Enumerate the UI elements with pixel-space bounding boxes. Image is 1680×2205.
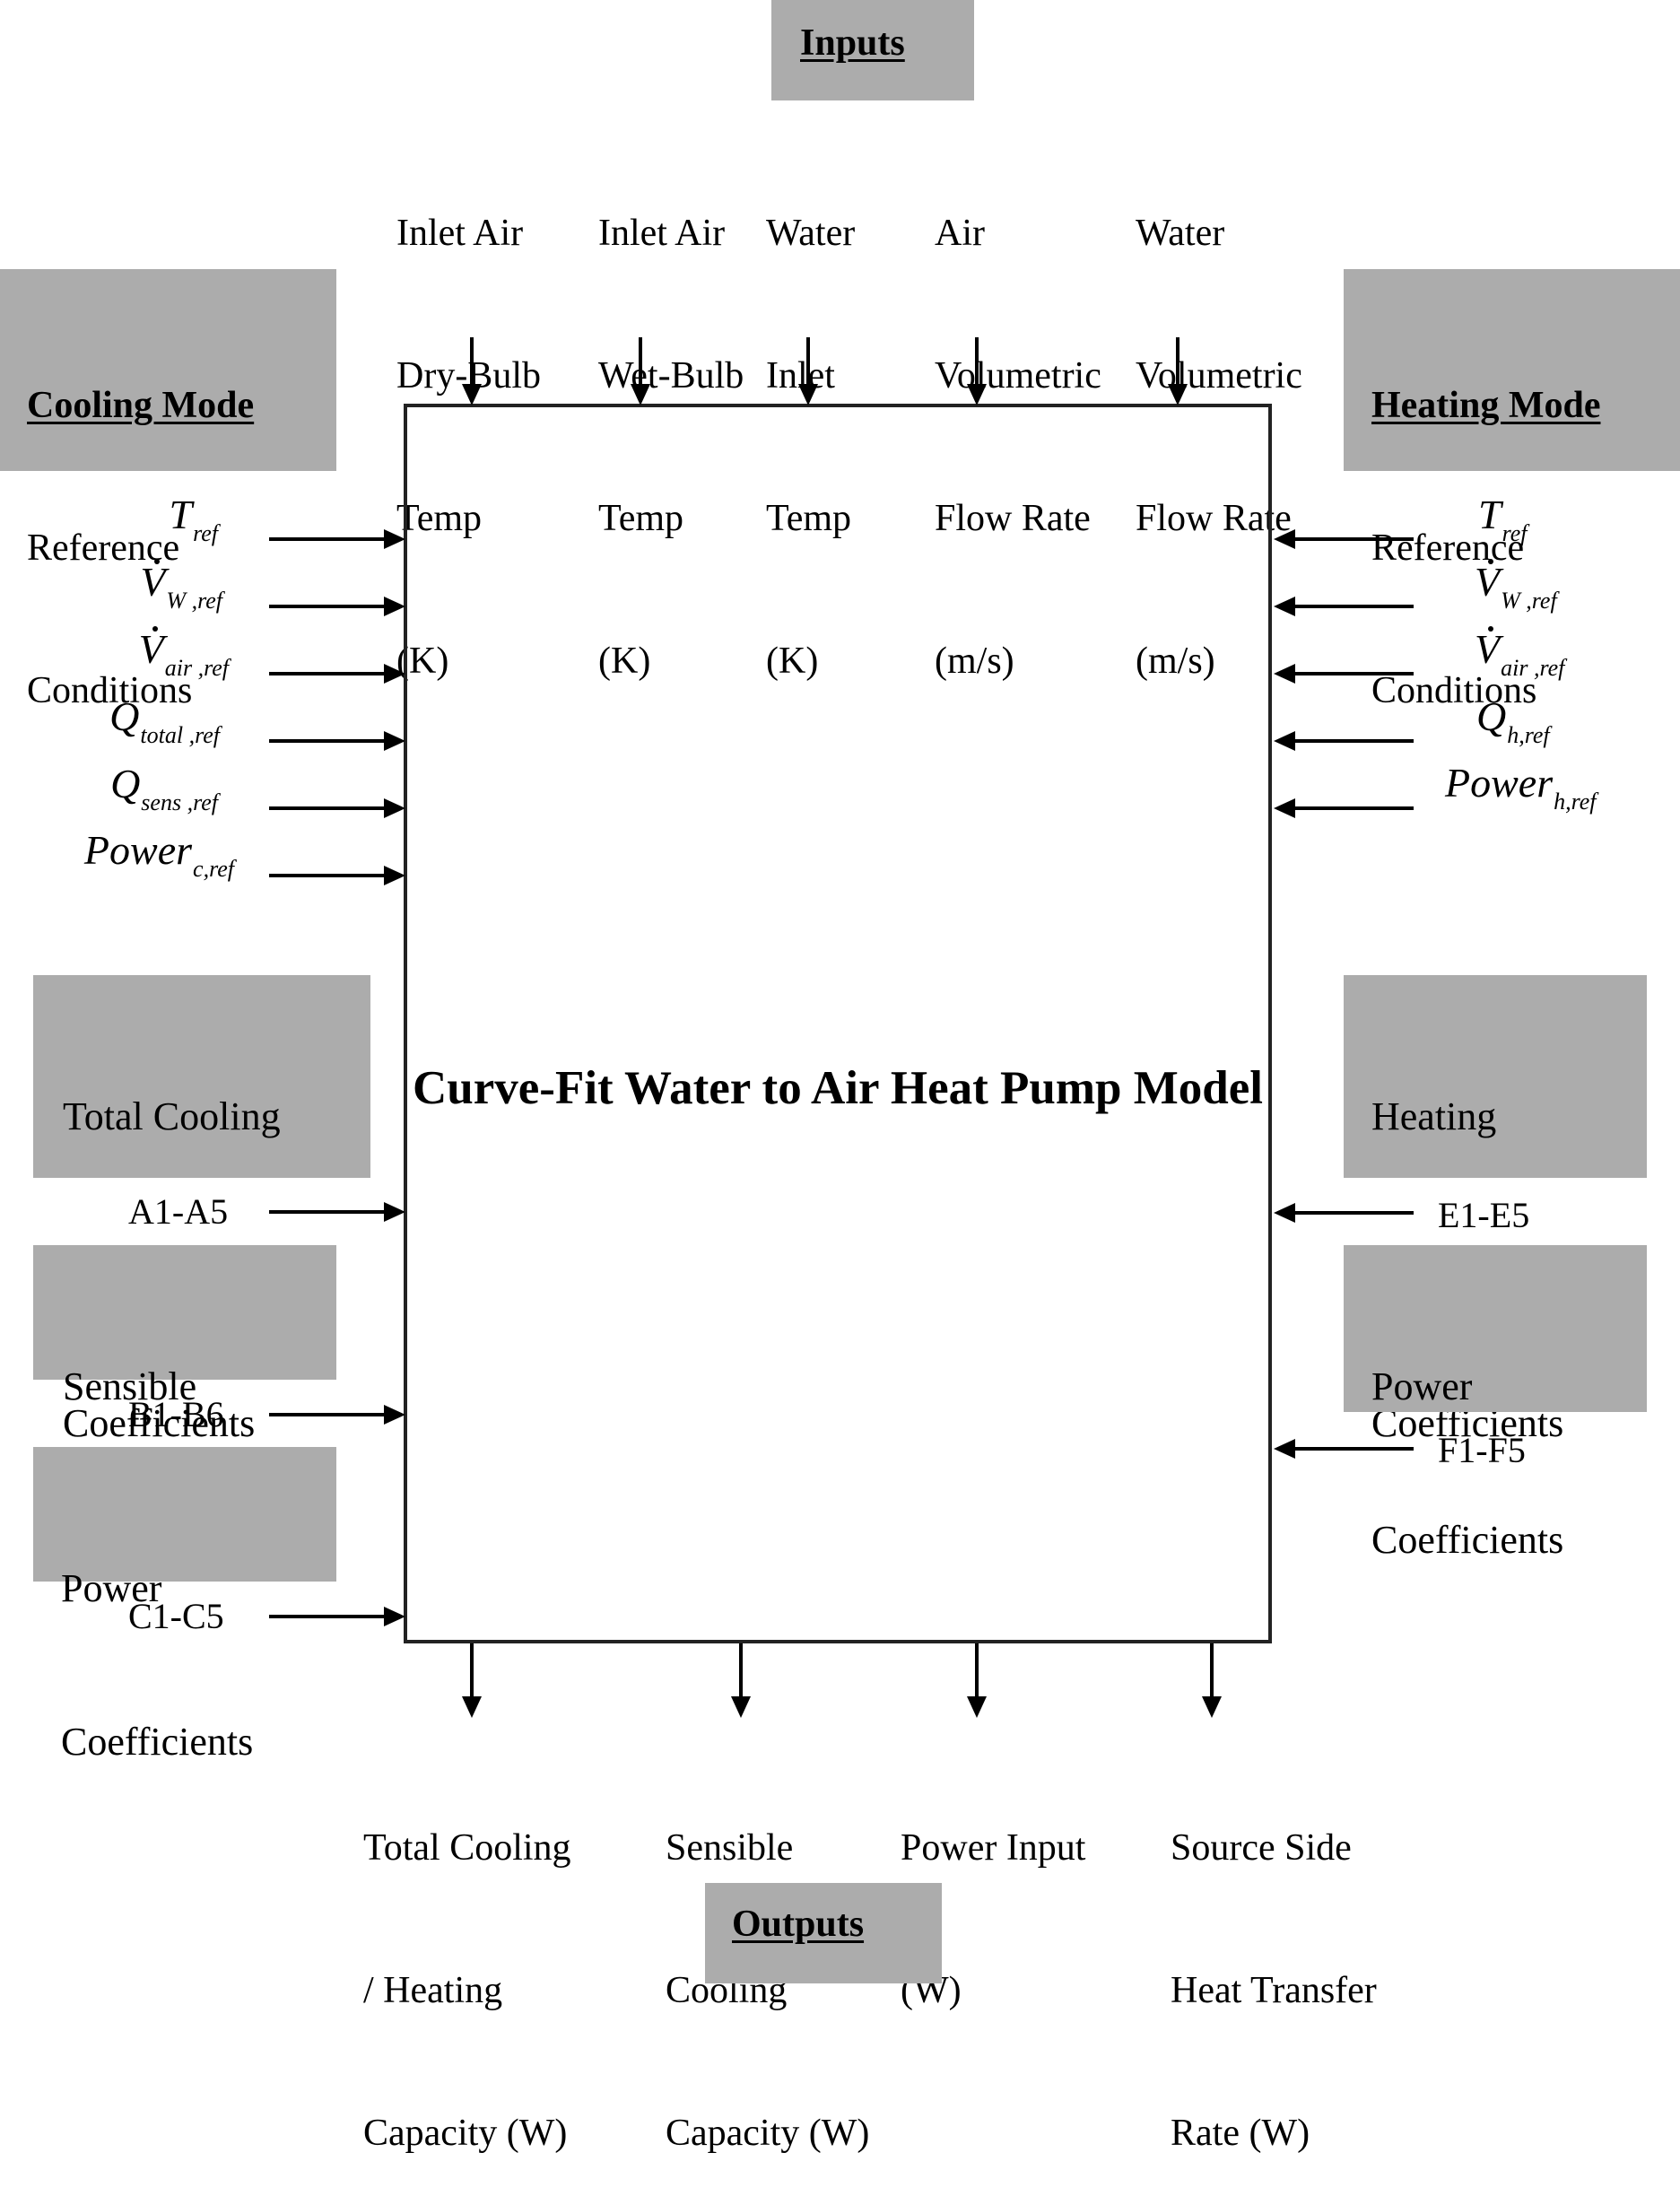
output-line: Rate (W): [1171, 2113, 1310, 2154]
cooling-coef-arrow-3: [269, 1607, 405, 1626]
heating-ref-arrow-4: [1274, 731, 1414, 751]
connector-arrows: [269, 337, 1414, 1718]
heating-ref-arrow-1: [1274, 529, 1414, 549]
input-arrow-3: [798, 337, 818, 405]
output-line: Capacity (W): [666, 2113, 870, 2154]
heating-coef-arrow-2: [1274, 1439, 1414, 1459]
output-line: Capacity (W): [363, 2113, 568, 2154]
output-arrow-1: [462, 1643, 482, 1718]
output-arrow-4: [1202, 1643, 1222, 1718]
cooling-coef-arrow-2: [269, 1405, 405, 1425]
output-arrow-3: [967, 1643, 987, 1718]
output-arrow-2: [731, 1643, 751, 1718]
cooling-ref-arrow-4: [269, 731, 405, 751]
input-arrow-2: [631, 337, 650, 405]
heating-coef-arrow-1: [1274, 1203, 1414, 1223]
heating-ref-arrow-3: [1274, 664, 1414, 684]
cooling-coef-arrow-1: [269, 1202, 405, 1222]
heating-ref-arrow-5: [1274, 798, 1414, 818]
cooling-ref-arrow-6: [269, 866, 405, 885]
heating-ref-arrow-2: [1274, 597, 1414, 616]
cooling-ref-arrow-3: [269, 664, 405, 684]
cooling-ref-arrow-2: [269, 597, 405, 616]
input-arrow-1: [462, 337, 482, 405]
cooling-ref-arrow-5: [269, 798, 405, 818]
cooling-ref-arrow-1: [269, 529, 405, 549]
input-arrow-5: [1168, 337, 1188, 405]
input-arrow-4: [967, 337, 987, 405]
